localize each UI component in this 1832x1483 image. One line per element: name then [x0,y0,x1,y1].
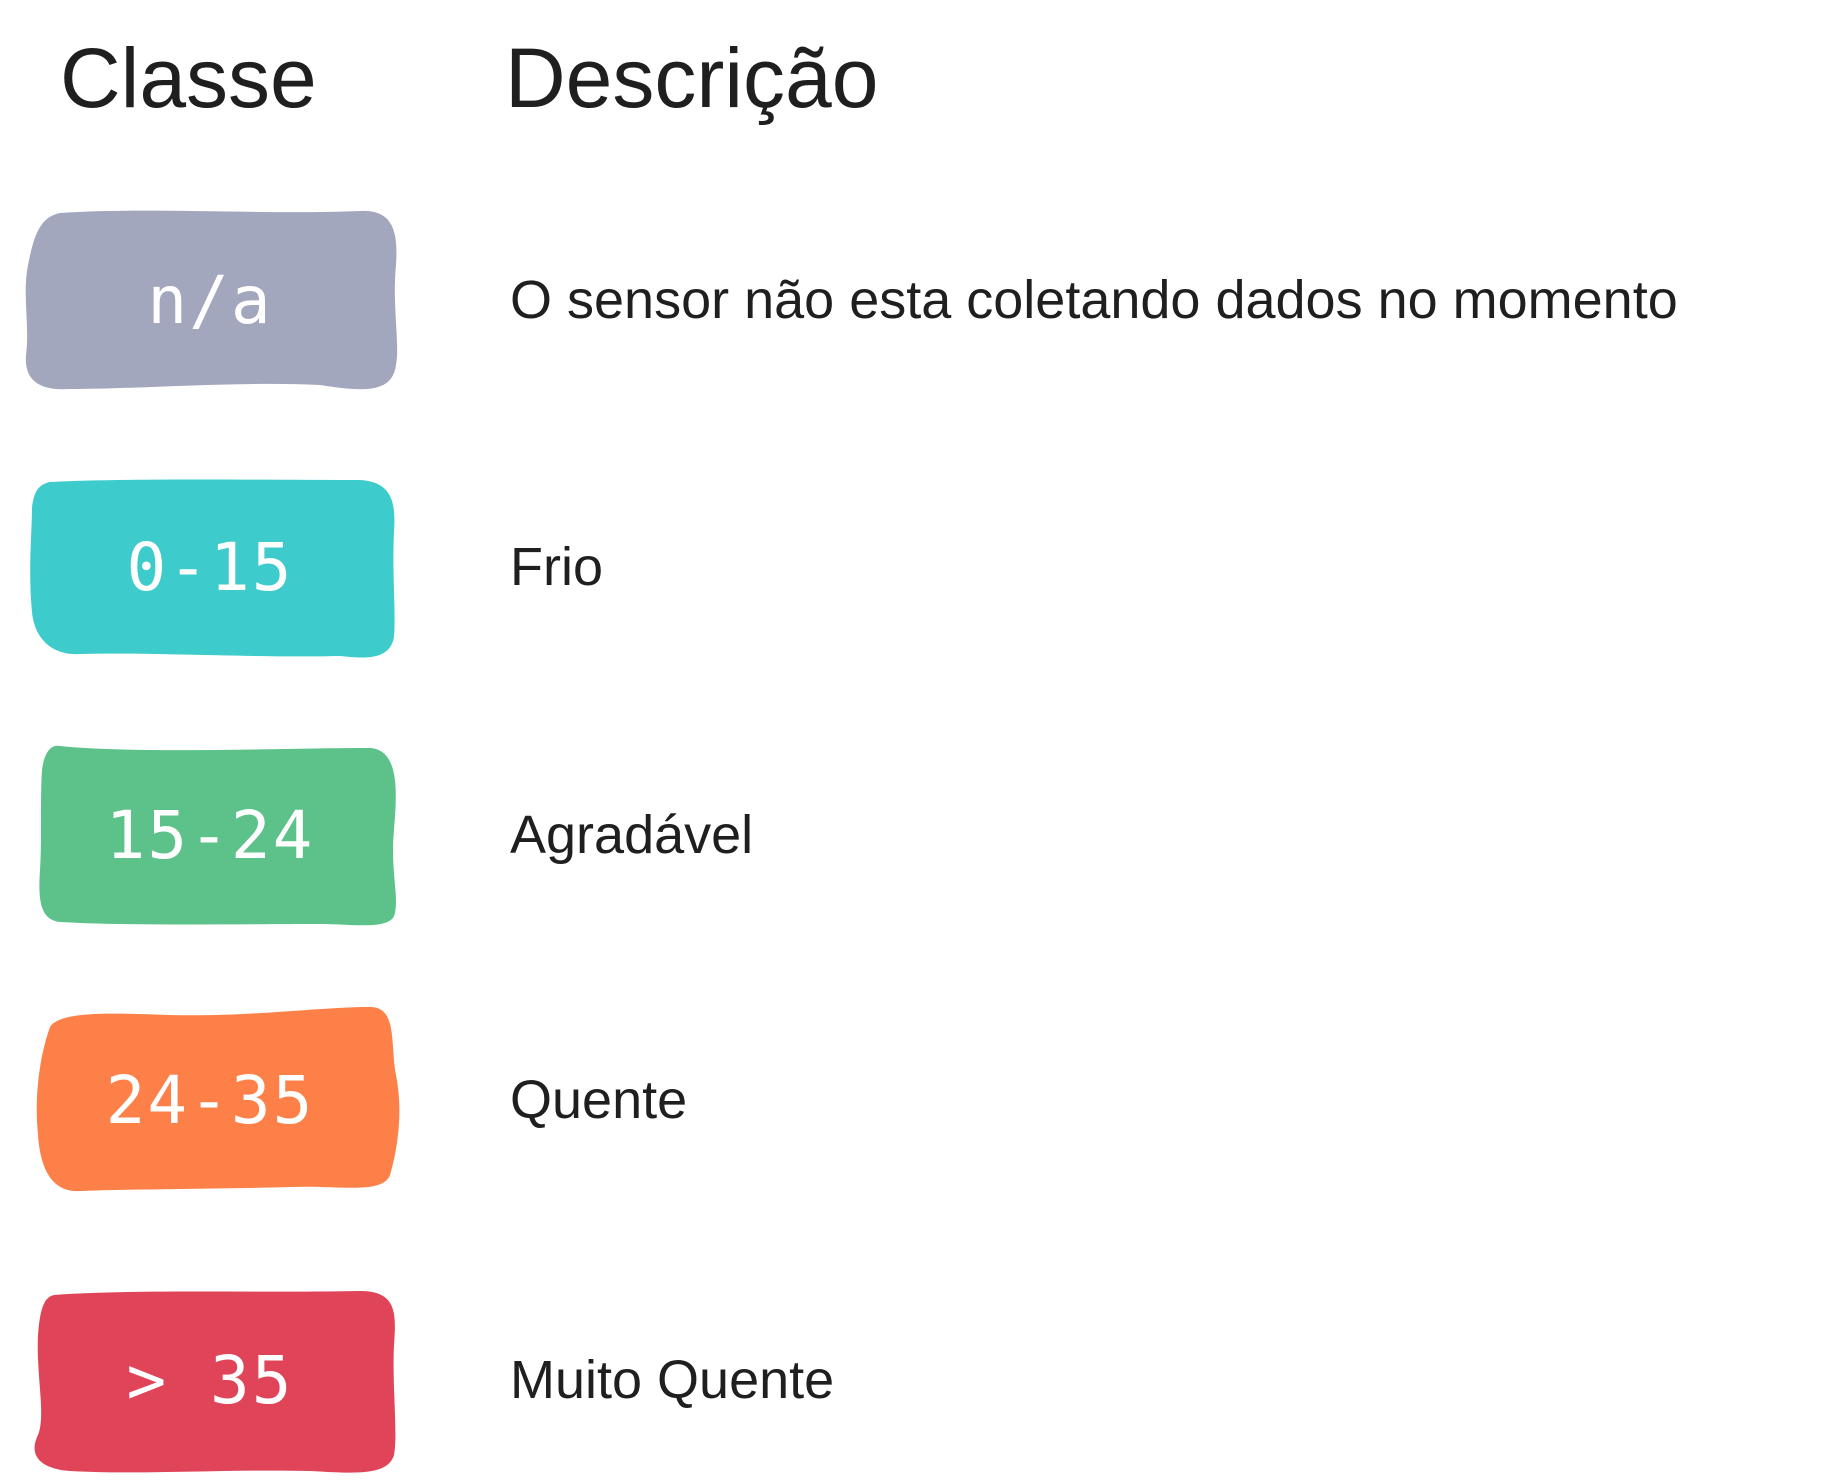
row-description: Muito Quente [510,1350,835,1410]
row-description: Frio [510,537,603,597]
badge-label: 0-15 [126,528,294,606]
badge-0-15: 0-15 [20,472,400,662]
legend-row-24-35: 24-35 Quente [0,1005,1832,1195]
badge-15-24: 15-24 [20,740,400,930]
badge-label: 24-35 [105,1061,315,1139]
legend-row-15-24: 15-24 Agradável [0,740,1832,930]
legend-row-na: n/a O sensor não esta coletando dados no… [0,205,1832,395]
badge-24-35: 24-35 [20,1005,400,1195]
badge-label: 15-24 [105,796,315,874]
badge-label: > 35 [126,1341,294,1419]
badge-label: n/a [147,261,273,339]
legend-row-0-15: 0-15 Frio [0,472,1832,662]
row-description: Agradável [510,805,754,865]
legend-row-over-35: > 35 Muito Quente [0,1285,1832,1475]
class-column-header: Classe [60,31,317,125]
badge-over-35: > 35 [20,1285,400,1475]
description-column-header: Descrição [505,31,879,125]
row-description: O sensor não esta coletando dados no mom… [510,270,1678,330]
badge-na: n/a [20,205,400,395]
row-description: Quente [510,1070,688,1130]
